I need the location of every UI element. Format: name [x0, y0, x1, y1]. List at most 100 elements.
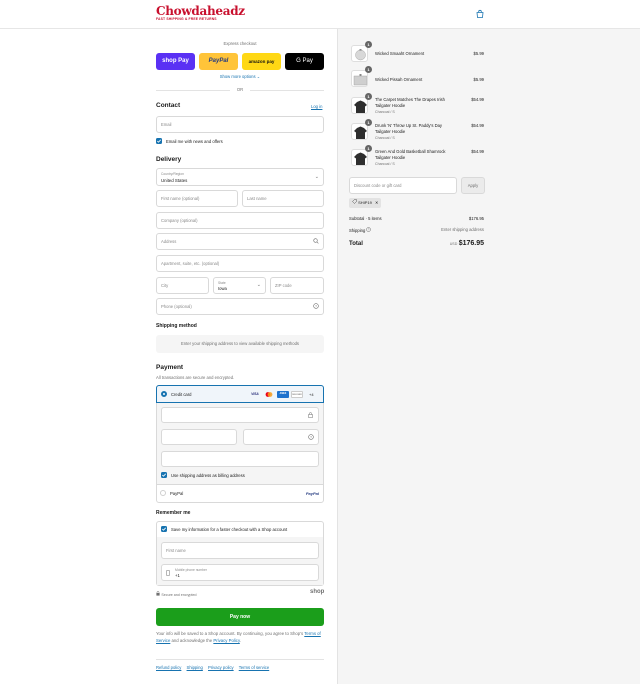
footer-refund-policy-link[interactable]: Refund policy — [156, 665, 181, 670]
mobile-phone-field[interactable]: Mobile phone number +1 — [161, 564, 319, 581]
product-thumbnail — [351, 45, 368, 62]
chevron-down-icon: ⌄ — [256, 74, 261, 79]
last-name-field[interactable]: Last name — [242, 190, 324, 207]
product-price: $5.99 — [473, 51, 484, 56]
name-on-card-field[interactable] — [161, 451, 319, 467]
apartment-field[interactable]: Apartment, suite, etc. (optional) — [156, 255, 324, 272]
country-select[interactable]: Country/Region United States ⌄ — [156, 168, 324, 186]
paypal-logo: PayPal — [305, 490, 319, 496]
phone-field[interactable]: Phone (optional) ? — [156, 298, 324, 315]
more-cards-count: +4 — [309, 391, 314, 397]
product-variant: Charcoal / S — [375, 136, 395, 140]
product-variant: Charcoal / S — [375, 110, 395, 114]
divider — [156, 659, 324, 660]
shop-pay-button[interactable]: shop Pay — [156, 53, 195, 70]
help-icon[interactable]: ? — [308, 434, 314, 442]
google-pay-label: G Pay — [296, 58, 313, 64]
store-logo[interactable]: Chowdaheadz FAST SHIPPING & FREE RETURNS — [156, 4, 245, 21]
zip-field[interactable]: ZIP code — [270, 277, 324, 294]
save-info-checkbox[interactable] — [161, 526, 167, 532]
legal-text-part3: . — [239, 637, 241, 643]
product-price: $54.99 — [471, 149, 484, 154]
shop-first-name-placeholder: First name — [166, 548, 186, 553]
security-code-field[interactable]: ? — [243, 429, 319, 445]
paypal-option-label: PayPal — [170, 490, 184, 496]
phone-placeholder: Phone (optional) — [161, 304, 192, 309]
or-divider-label: OR — [230, 87, 250, 92]
apply-button[interactable]: Apply — [461, 177, 485, 194]
company-placeholder: Company (optional) — [161, 218, 198, 223]
header: Chowdaheadz FAST SHIPPING & FREE RETURNS — [0, 0, 640, 29]
product-thumbnail — [351, 123, 368, 140]
first-name-placeholder: First name (optional) — [161, 196, 200, 201]
discount-tag: SHIP19 ✕ — [349, 198, 382, 208]
express-checkout-title: Express checkout — [223, 41, 257, 46]
product-name: The Carpet Matches The Drapes Irish Tail… — [375, 97, 445, 108]
search-icon — [313, 238, 319, 246]
address-field[interactable]: Address — [156, 233, 324, 250]
footer-shipping-link[interactable]: Shipping — [187, 665, 203, 670]
paypal-option[interactable]: PayPal PayPal — [156, 485, 324, 503]
show-more-options-link[interactable]: Show more options ⌄ — [156, 74, 324, 79]
help-icon[interactable]: ? — [313, 303, 319, 311]
credit-card-label: Credit card — [171, 391, 192, 397]
logo-text: Chowdaheadz — [156, 4, 245, 18]
quantity-badge: 1 — [365, 145, 372, 152]
help-icon[interactable]: ? — [366, 227, 372, 233]
shop-first-name-field[interactable]: First name — [161, 542, 319, 559]
quantity-badge: 1 — [365, 66, 372, 73]
subtotal-value: $176.95 — [468, 216, 484, 221]
footer-terms-link[interactable]: Terms of service — [239, 665, 269, 670]
mobile-phone-icon — [166, 569, 170, 578]
paypal-radio[interactable] — [160, 490, 166, 496]
footer-links: Refund policy Shipping Privacy policy Te… — [156, 665, 269, 670]
city-field[interactable]: City — [156, 277, 209, 294]
product-price: $5.99 — [473, 77, 484, 82]
shop-pay-label: shop Pay — [162, 58, 189, 64]
visa-icon: VISA — [251, 392, 259, 396]
footer-privacy-policy-link[interactable]: Privacy policy — [208, 665, 234, 670]
save-info-label: Save my information for a faster checkou… — [171, 526, 288, 532]
quantity-badge: 1 — [365, 119, 372, 126]
mobile-phone-label: Mobile phone number — [175, 567, 207, 572]
billing-address-checkbox[interactable] — [161, 472, 167, 478]
first-name-field[interactable]: First name (optional) — [156, 190, 238, 207]
amazon-pay-button[interactable]: amazon pay — [242, 53, 281, 70]
expiration-date-field[interactable] — [161, 429, 237, 445]
quantity-badge: 1 — [365, 93, 372, 100]
currency-code: USD — [449, 242, 458, 246]
total-row-value: USD $176.95 — [420, 240, 484, 247]
shipping-value: Enter shipping address — [441, 227, 484, 232]
credit-card-option[interactable]: Credit card VISA AMEX DISCOVER +4 — [156, 385, 324, 403]
login-link[interactable]: Log in — [311, 104, 322, 109]
total-value: $176.95 — [458, 240, 484, 247]
zip-placeholder: ZIP code — [275, 283, 292, 288]
email-placeholder: Email — [161, 122, 172, 127]
legal-text-part1: Your info will be saved to a Shop accoun… — [156, 631, 304, 636]
product-name: Wicked Smaaht Ornament — [375, 51, 425, 56]
secure-encrypted-note: Secure and encrypted — [156, 591, 197, 598]
city-placeholder: City — [161, 283, 169, 288]
email-field[interactable]: Email — [156, 116, 324, 133]
google-pay-button[interactable]: G Pay — [285, 53, 324, 70]
product-thumbnail — [351, 70, 368, 87]
card-number-field[interactable] — [161, 407, 319, 423]
mobile-phone-value: +1 — [175, 573, 180, 578]
delivery-heading: Delivery — [156, 156, 182, 163]
discount-code-field[interactable]: Discount code or gift card — [349, 177, 457, 194]
credit-card-radio[interactable] — [161, 391, 167, 397]
remember-me-heading: Remember me — [156, 510, 191, 516]
news-checkbox[interactable] — [156, 138, 162, 144]
state-select[interactable]: State Iowa ⌄ — [213, 277, 266, 294]
shopping-bag-icon[interactable] — [475, 9, 485, 19]
company-field[interactable]: Company (optional) — [156, 212, 324, 229]
pay-now-button[interactable]: Pay now — [156, 608, 324, 626]
discover-icon: DISCOVER — [291, 391, 303, 398]
close-icon[interactable]: ✕ — [375, 200, 378, 205]
paypal-button[interactable]: PayPal — [199, 53, 238, 70]
product-thumbnail — [351, 97, 368, 114]
privacy-policy-link[interactable]: Privacy Policy — [213, 638, 239, 643]
product-name: Drunk 'N' Throw Up St. Paddy's Day Tailg… — [375, 123, 443, 134]
product-thumbnail — [351, 149, 368, 166]
payment-subtitle: All transactions are secure and encrypte… — [156, 375, 235, 380]
